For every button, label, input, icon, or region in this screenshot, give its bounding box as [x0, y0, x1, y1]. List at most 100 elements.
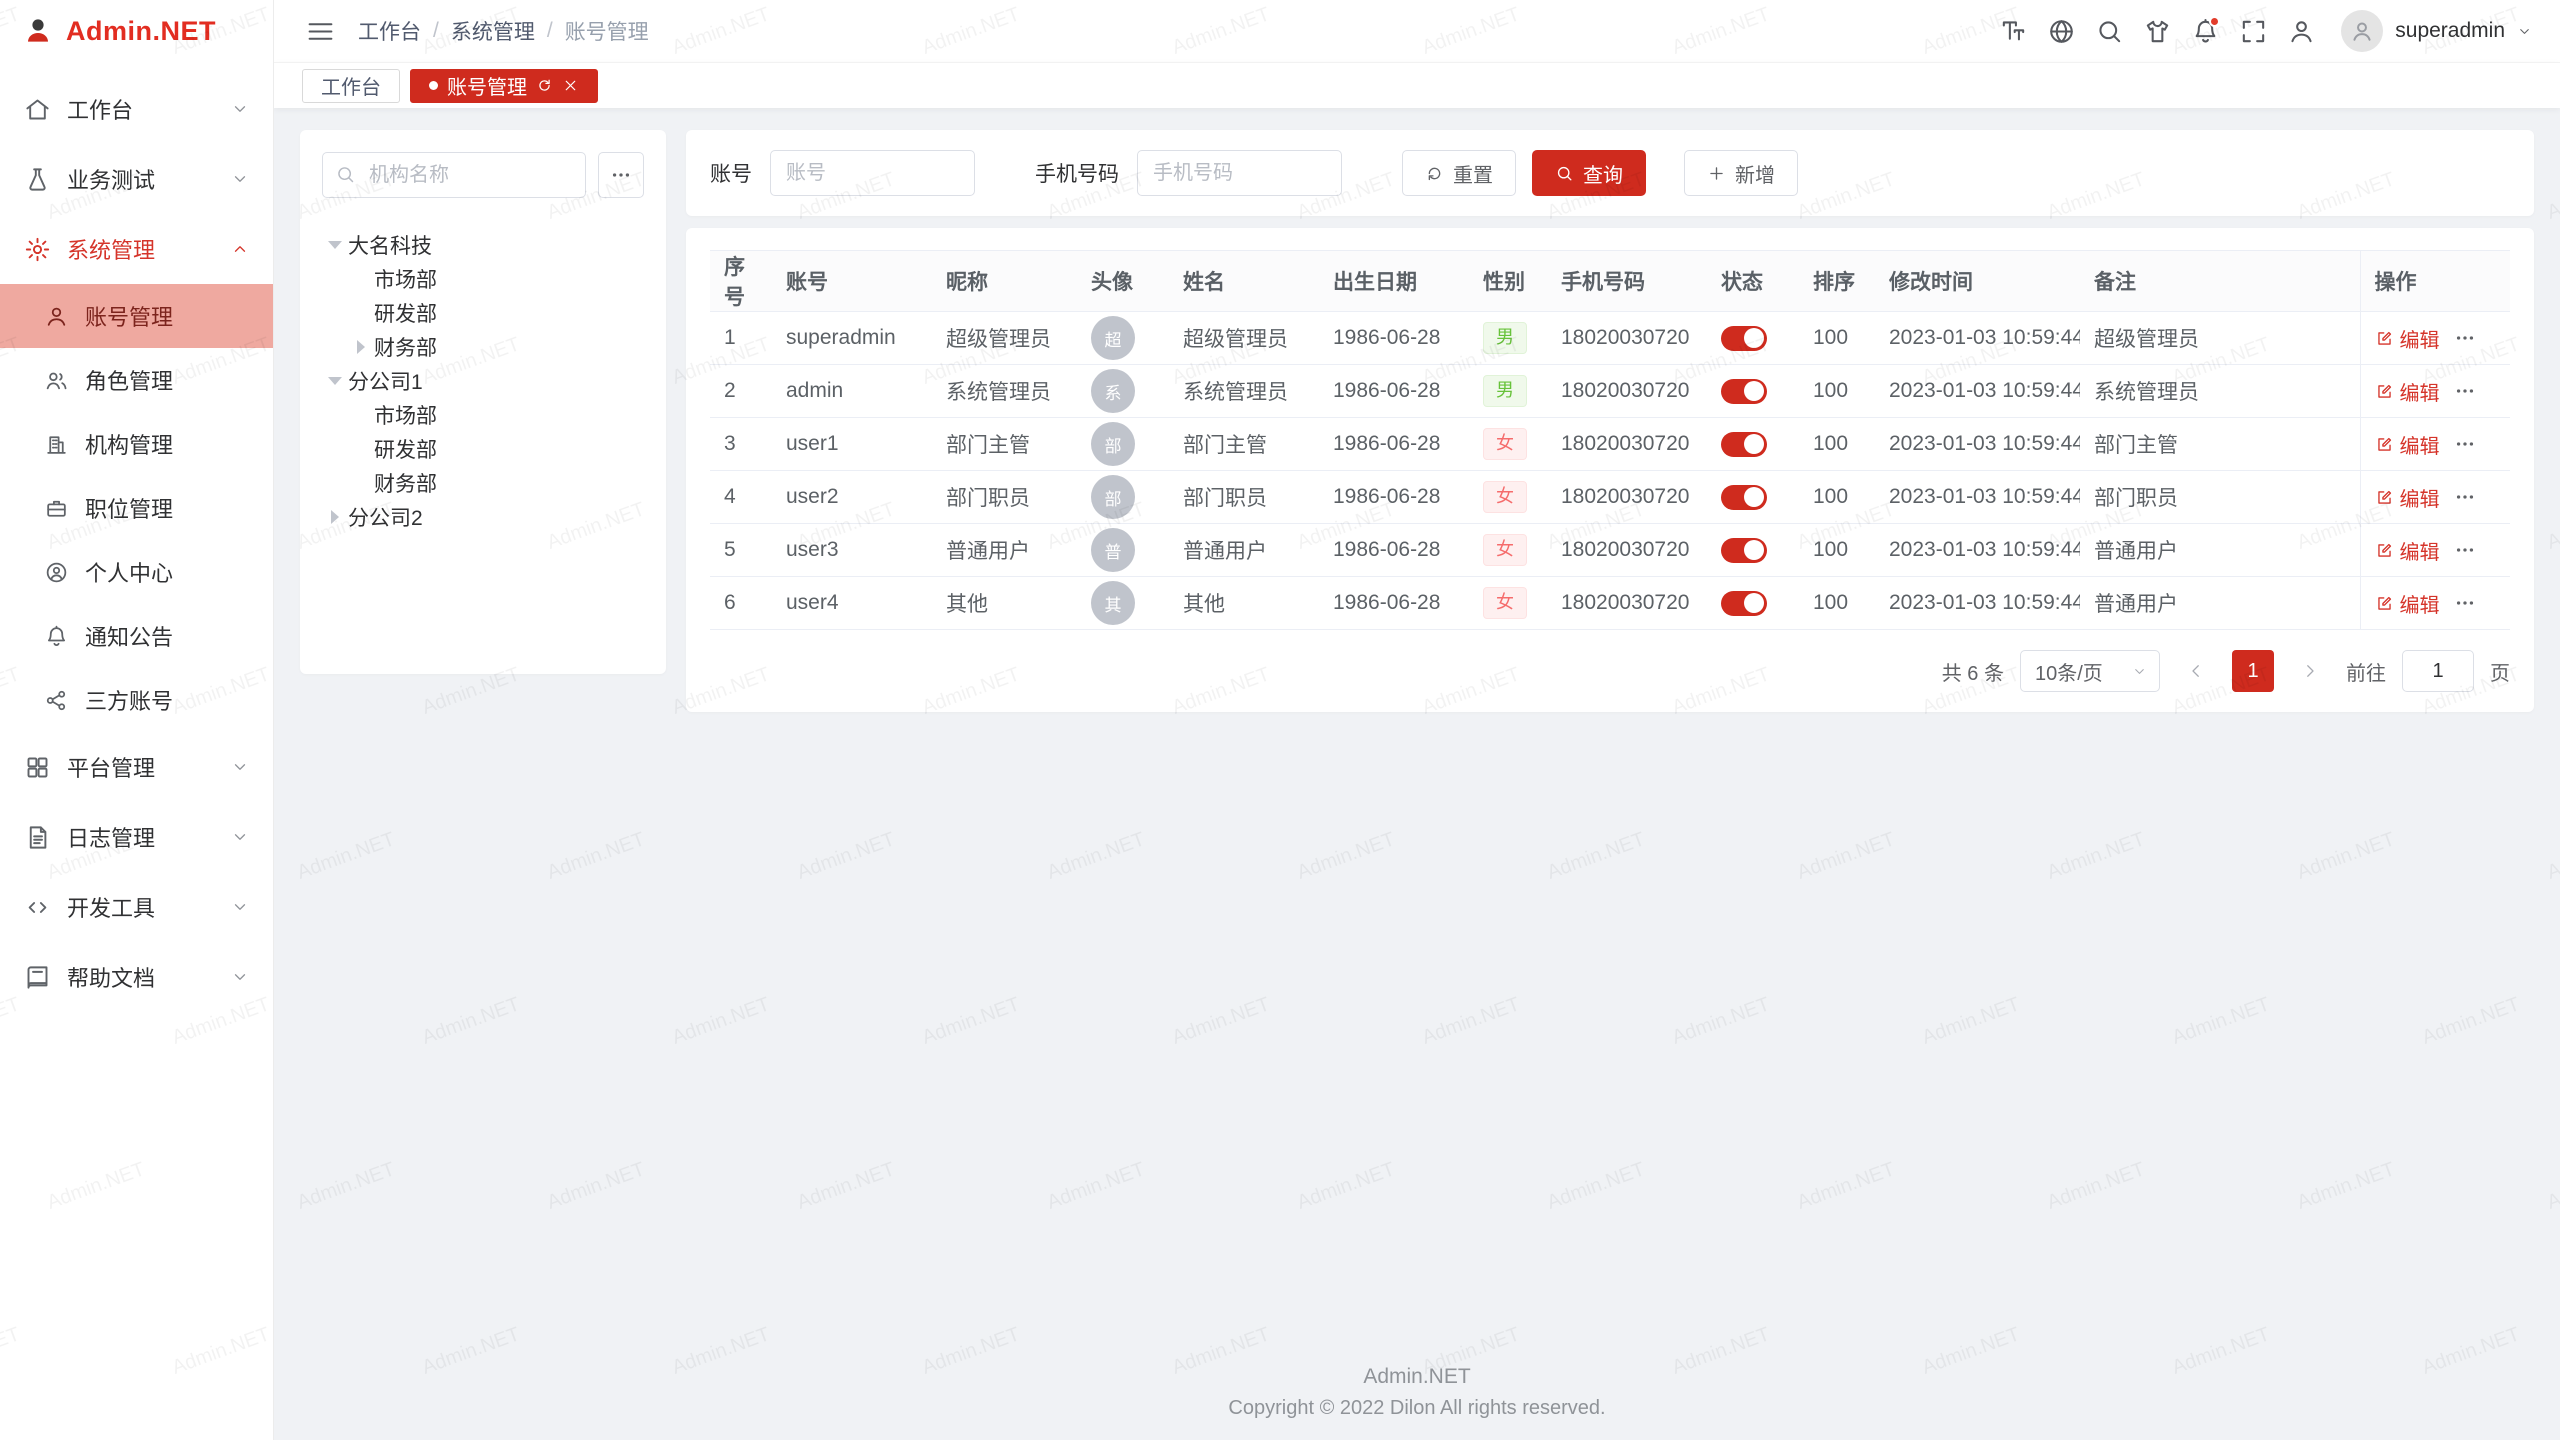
sidebar-item-third-party-account[interactable]: 三方账号	[0, 668, 273, 732]
language-button[interactable]	[2043, 13, 2079, 49]
profile-button[interactable]	[2283, 13, 2319, 49]
tree-node[interactable]: 财务部	[322, 466, 644, 500]
ellipsis-icon	[2454, 486, 2476, 508]
status-toggle[interactable]	[1721, 591, 1767, 616]
org-search-input[interactable]	[322, 152, 586, 198]
goto-page-input[interactable]	[2402, 650, 2474, 692]
refresh-icon[interactable]	[536, 77, 553, 94]
next-page-button[interactable]	[2290, 651, 2330, 691]
sidebar-menu: 工作台 业务测试 系统管理 账号管理 角色管理	[0, 62, 273, 1012]
toggle-knob	[1744, 593, 1764, 613]
tab-workbench[interactable]: 工作台	[302, 69, 400, 103]
reset-icon	[1425, 164, 1444, 183]
edit-button[interactable]: 编辑	[2375, 589, 2440, 618]
sidebar-item-post-management[interactable]: 职位管理	[0, 476, 273, 540]
row-more-button[interactable]	[2454, 433, 2476, 455]
page-size-select[interactable]: 10条/页	[2020, 650, 2160, 692]
user-menu-chevron-icon[interactable]	[2517, 24, 2532, 39]
row-more-button[interactable]	[2454, 380, 2476, 402]
cell-index: 4	[710, 471, 772, 524]
status-toggle[interactable]	[1721, 379, 1767, 404]
cell-avatar: 超	[1077, 312, 1169, 365]
edit-button[interactable]: 编辑	[2375, 483, 2440, 512]
sidebar-item-help-docs[interactable]: 帮助文档	[0, 942, 273, 1012]
close-icon[interactable]	[562, 77, 579, 94]
sidebar-item-platform-management[interactable]: 平台管理	[0, 732, 273, 802]
reset-button[interactable]: 重置	[1402, 150, 1516, 196]
tree-node[interactable]: 市场部	[322, 398, 644, 432]
edit-button[interactable]: 编辑	[2375, 430, 2440, 459]
account-filter-label: 账号	[710, 158, 752, 188]
page-number-button[interactable]: 1	[2232, 650, 2274, 692]
cell-name: 超级管理员	[1169, 312, 1319, 365]
cell-avatar: 部	[1077, 471, 1169, 524]
phone-filter-input[interactable]	[1137, 150, 1342, 196]
notification-button[interactable]	[2187, 13, 2223, 49]
page-unit-label: 页	[2490, 657, 2510, 686]
cell-avatar: 普	[1077, 524, 1169, 577]
user-avatar[interactable]	[2341, 10, 2383, 52]
query-button[interactable]: 查询	[1532, 150, 1646, 196]
status-toggle[interactable]	[1721, 326, 1767, 351]
tree-node[interactable]: 研发部	[322, 432, 644, 466]
breadcrumb-item[interactable]: 工作台	[358, 16, 421, 46]
search-button[interactable]	[2091, 13, 2127, 49]
sidebar-item-business-test[interactable]: 业务测试	[0, 144, 273, 214]
tree-node[interactable]: 市场部	[322, 262, 644, 296]
top-header: 工作台 / 系统管理 / 账号管理	[274, 0, 2560, 62]
sidebar-item-label: 开发工具	[67, 891, 215, 923]
tree-node-label: 市场部	[374, 264, 437, 294]
cell-remark: 超级管理员	[2080, 312, 2360, 365]
sidebar-item-workbench[interactable]: 工作台	[0, 74, 273, 144]
status-toggle[interactable]	[1721, 538, 1767, 563]
font-size-button[interactable]	[1995, 13, 2031, 49]
row-more-button[interactable]	[2454, 539, 2476, 561]
org-more-button[interactable]	[598, 152, 644, 198]
ellipsis-icon	[2454, 380, 2476, 402]
sidebar-item-label: 帮助文档	[67, 961, 215, 993]
cell-remark: 普通用户	[2080, 524, 2360, 577]
sidebar-item-role-management[interactable]: 角色管理	[0, 348, 273, 412]
row-more-button[interactable]	[2454, 327, 2476, 349]
theme-button[interactable]	[2139, 13, 2175, 49]
prev-page-button[interactable]	[2176, 651, 2216, 691]
actions: 编辑	[2375, 483, 2497, 512]
edit-button[interactable]: 编辑	[2375, 536, 2440, 565]
page-footer: Admin.NET Copyright © 2022 Dilon All rig…	[274, 1365, 2560, 1420]
row-more-button[interactable]	[2454, 486, 2476, 508]
tab-account-management[interactable]: 账号管理	[410, 69, 598, 103]
fullscreen-button[interactable]	[2235, 13, 2271, 49]
account-filter-input[interactable]	[770, 150, 975, 196]
briefcase-icon	[44, 496, 69, 521]
tree-node[interactable]: 分公司2	[322, 500, 644, 534]
sidebar-item-dev-tools[interactable]: 开发工具	[0, 872, 273, 942]
tree-node[interactable]: 分公司1	[322, 364, 644, 398]
tree-node[interactable]: 研发部	[322, 296, 644, 330]
content-area: 大名科技 市场部 研发部 财务部 分公司1 市场部 研发部 财务部 分公司2 账	[274, 108, 2560, 1440]
row-more-button[interactable]	[2454, 592, 2476, 614]
actions: 编辑	[2375, 324, 2497, 353]
logo[interactable]: Admin.NET	[0, 0, 273, 62]
font-size-icon	[1999, 17, 2028, 46]
accounts-table: 序号 账号 昵称 头像 姓名 出生日期 性别 手机号码 状态 排序	[710, 250, 2510, 630]
sidebar-item-org-management[interactable]: 机构管理	[0, 412, 273, 476]
sidebar-item-system-management[interactable]: 系统管理	[0, 214, 273, 284]
collapse-menu-button[interactable]	[302, 13, 338, 49]
edit-button[interactable]: 编辑	[2375, 324, 2440, 353]
sidebar-item-log-management[interactable]: 日志管理	[0, 802, 273, 872]
status-toggle[interactable]	[1721, 432, 1767, 457]
tree-node-label: 分公司1	[348, 366, 423, 396]
breadcrumb-item[interactable]: 系统管理	[451, 16, 535, 46]
code-icon	[24, 894, 51, 921]
sidebar-item-personal-center[interactable]: 个人中心	[0, 540, 273, 604]
username-label[interactable]: superadmin	[2395, 19, 2505, 43]
tree-node[interactable]: 财务部	[322, 330, 644, 364]
sidebar-item-label: 机构管理	[85, 428, 173, 460]
cell-modified: 2023-01-03 10:59:44	[1875, 471, 2080, 524]
add-button[interactable]: 新增	[1684, 150, 1798, 196]
edit-button[interactable]: 编辑	[2375, 377, 2440, 406]
sidebar-item-account-management[interactable]: 账号管理	[0, 284, 273, 348]
tree-node[interactable]: 大名科技	[322, 228, 644, 262]
status-toggle[interactable]	[1721, 485, 1767, 510]
sidebar-item-notice[interactable]: 通知公告	[0, 604, 273, 668]
